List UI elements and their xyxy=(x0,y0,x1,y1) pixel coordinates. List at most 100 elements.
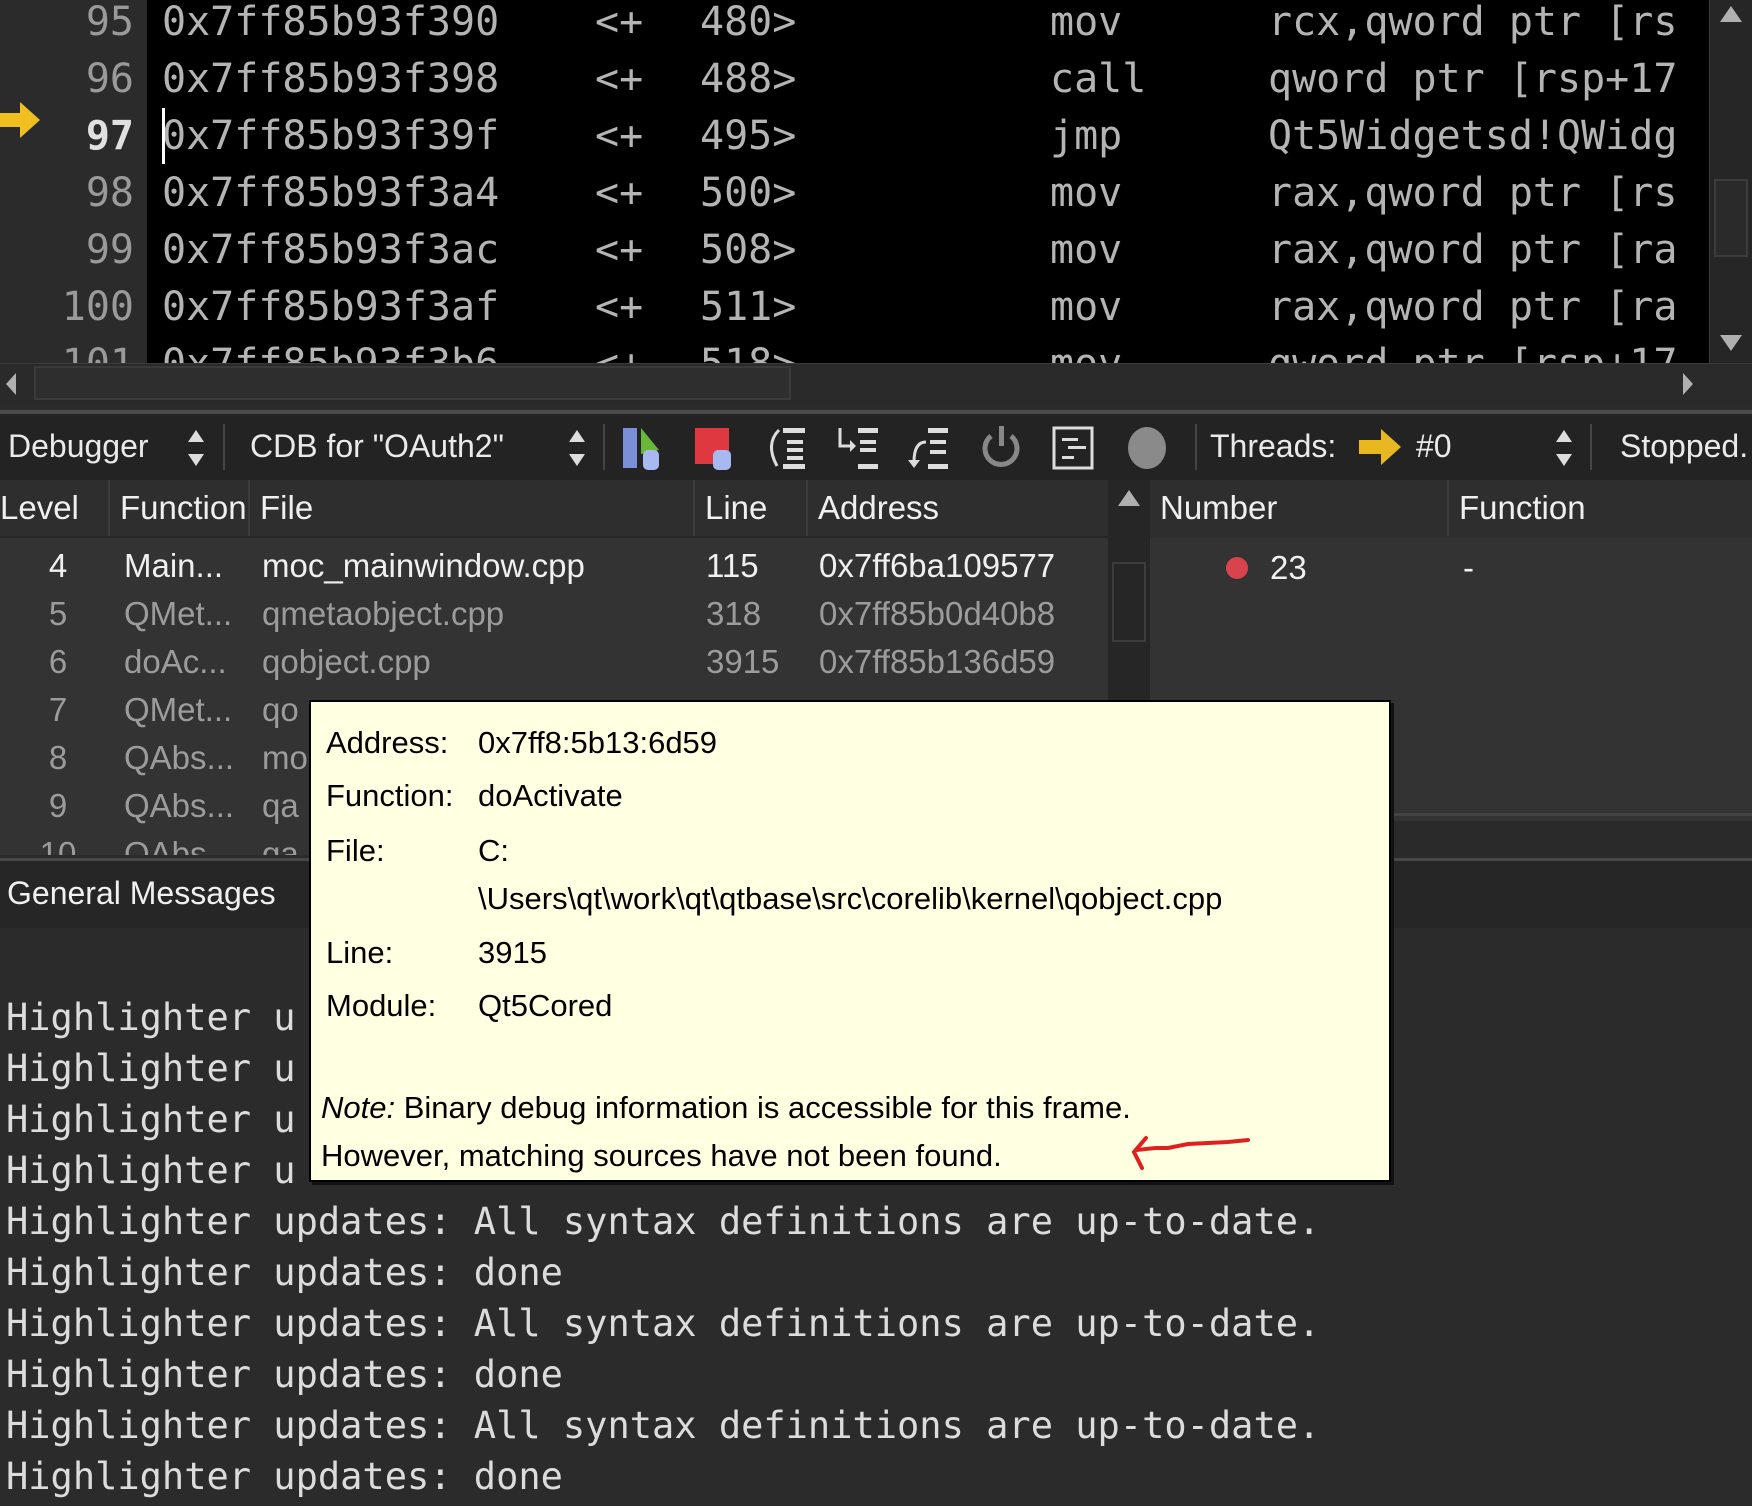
threads-label: Threads: xyxy=(1210,428,1337,464)
message-line: Highlighter updates: done xyxy=(6,1353,563,1396)
scroll-left-icon[interactable] xyxy=(6,373,16,395)
current-thread-arrow-icon xyxy=(1359,429,1401,465)
column-function[interactable]: Function xyxy=(1447,480,1752,536)
frame-level: 7 xyxy=(48,691,68,728)
column-address[interactable]: Address xyxy=(806,480,1108,536)
column-line[interactable]: Line xyxy=(693,480,806,536)
debugger-status: Stopped. xyxy=(1620,428,1749,464)
stack-frame-row[interactable]: 4 Main... moc_mainwindow.cpp 115 0x7ff6ba109… xyxy=(0,542,1108,590)
engine-spinner-icon[interactable] xyxy=(567,430,587,466)
message-line: Highlighter u xyxy=(6,996,296,1039)
frame-level: 5 xyxy=(48,595,68,632)
thread-selector[interactable]: #0 xyxy=(1416,414,1452,480)
frame-address: 0x7ff85b136d59 xyxy=(819,643,1056,680)
disassembly-vertical-scrollbar[interactable] xyxy=(1709,0,1752,363)
frame-address: 0x7ff6ba109577 xyxy=(819,547,1056,584)
instruction-address: 0x7ff85b93f398 xyxy=(162,56,500,102)
operands: rax,qword ptr [ra xyxy=(1268,227,1678,273)
tooltip-note-line2: However, matching sources have not been … xyxy=(321,1138,1002,1173)
disassembly-row[interactable]: 98 0x7ff85b93f3a4 <+ 500> mov rax,qword ptr [… xyxy=(0,165,1709,222)
stack-frame-row[interactable]: 5 QMet... qmetaobject.cpp 318 0x7ff85b0d40b8 xyxy=(0,590,1108,638)
disassembly-row[interactable]: 100 0x7ff85b93f3af <+ 511> mov rax,qword ptr … xyxy=(0,279,1709,336)
tab-general-messages[interactable]: General Messages xyxy=(7,861,276,925)
red-arrow-annotation-icon xyxy=(1131,1136,1250,1170)
scroll-up-icon[interactable] xyxy=(1118,490,1140,506)
step-into-icon[interactable] xyxy=(834,424,882,472)
message-line: Highlighter u xyxy=(6,1149,296,1192)
step-out-icon[interactable] xyxy=(906,424,954,472)
disassembly-view[interactable]: 95 0x7ff85b93f390 <+ 480> mov rcx,qword ptr [… xyxy=(0,0,1752,363)
tooltip-address-label: Address: xyxy=(326,725,449,760)
perspective-spinner-icon[interactable] xyxy=(186,430,206,466)
operate-by-instruction-icon[interactable] xyxy=(1050,424,1098,472)
column-level[interactable]: Level xyxy=(0,480,108,536)
disassembly-row[interactable]: 96 0x7ff85b93f398 <+ 488> call qword ptr [rsp… xyxy=(0,51,1709,108)
record-icon[interactable] xyxy=(1123,424,1171,472)
tooltip-file-path: \Users\qt\work\qt\qtbase\src\corelib\ker… xyxy=(478,881,1223,916)
offset-prefix: <+ xyxy=(595,56,644,102)
offset-prefix: <+ xyxy=(595,336,643,363)
scrollbar-thumb[interactable] xyxy=(34,366,791,400)
message-line: Highlighter updates: All syntax definiti… xyxy=(6,1200,1321,1243)
operands: rax,qword ptr [ra xyxy=(1268,284,1678,330)
frame-line: 3915 xyxy=(706,643,780,680)
instruction-offset: 488> xyxy=(700,56,797,102)
stack-frame-tooltip: Address: 0x7ff8:5b13:6d59 Function: doAc… xyxy=(309,700,1391,1182)
instruction-address: 0x7ff85b93f39f xyxy=(162,113,500,159)
separator xyxy=(1195,424,1197,470)
scrollbar-thumb[interactable] xyxy=(1112,562,1146,642)
operands: rax,qword ptr [rs xyxy=(1268,170,1678,216)
frame-function: Main... xyxy=(124,547,224,584)
disassembly-row[interactable]: 101 0x7ff85b93f3b6 <+ 518> mov qword ptr [rsp… xyxy=(0,336,1709,363)
restart-icon[interactable] xyxy=(977,424,1025,472)
instruction-address: 0x7ff85b93f3ac xyxy=(162,227,500,273)
breakpoint-row[interactable]: 23 - xyxy=(1150,544,1752,592)
column-file[interactable]: File xyxy=(248,480,693,536)
tooltip-file-label: File: xyxy=(326,833,385,868)
tooltip-file: C: xyxy=(478,833,509,868)
operands: Qt5Widgetsd!QWidg xyxy=(1268,113,1678,159)
offset-prefix: <+ xyxy=(595,170,644,216)
column-function[interactable]: Function xyxy=(108,480,248,536)
operands: qword ptr [rsp+17 xyxy=(1268,336,1677,363)
instruction-address: 0x7ff85b93f390 xyxy=(162,0,500,45)
mnemonic: call xyxy=(1050,56,1147,102)
tooltip-address: 0x7ff8:5b13:6d59 xyxy=(478,725,718,760)
column-number[interactable]: Number xyxy=(1150,480,1447,536)
disassembly-row[interactable]: 99 0x7ff85b93f3ac <+ 508> mov rax,qword ptr [… xyxy=(0,222,1709,279)
frame-level: 8 xyxy=(48,739,68,776)
separator xyxy=(223,424,225,470)
instruction-offset: 480> xyxy=(700,0,797,45)
thread-spinner-icon[interactable] xyxy=(1554,430,1574,466)
scroll-up-icon[interactable] xyxy=(1720,6,1742,22)
mnemonic: jmp xyxy=(1050,113,1123,159)
line-number: 95 xyxy=(85,0,134,45)
scroll-right-icon[interactable] xyxy=(1683,373,1693,395)
disassembly-row[interactable]: 97 0x7ff85b93f39f <+ 495> jmp Qt5Widgetsd!QWi… xyxy=(0,108,1709,165)
stop-debugger-icon[interactable] xyxy=(693,424,741,472)
stack-frame-row[interactable]: 6 doAc... qobject.cpp 3915 0x7ff85b136d59 xyxy=(0,638,1108,686)
perspective-selector[interactable]: Debugger xyxy=(8,414,149,480)
instruction-offset: 500> xyxy=(700,170,797,216)
offset-prefix: <+ xyxy=(595,0,644,45)
tooltip-module-label: Module: xyxy=(326,988,437,1023)
continue-icon[interactable] xyxy=(621,424,669,472)
mnemonic: mov xyxy=(1050,284,1123,330)
tooltip-line: 3915 xyxy=(478,935,547,970)
instruction-offset: 511> xyxy=(700,284,797,330)
instruction-offset: 495> xyxy=(700,113,797,159)
line-number: 99 xyxy=(85,227,134,273)
disassembly-row[interactable]: 95 0x7ff85b93f390 <+ 480> mov rcx,qword ptr [… xyxy=(0,0,1709,51)
disassembly-horizontal-scrollbar[interactable] xyxy=(0,363,1752,403)
frame-file: qo xyxy=(262,691,299,728)
scroll-down-icon[interactable] xyxy=(1720,335,1742,351)
engine-selector[interactable]: CDB for "OAuth2" xyxy=(250,414,504,480)
frame-file: qobject.cpp xyxy=(262,643,431,680)
frame-file: qa xyxy=(262,835,299,855)
step-over-icon[interactable] xyxy=(763,424,811,472)
scrollbar-thumb[interactable] xyxy=(1714,179,1748,257)
stack-header: Level Function File Line Address xyxy=(0,480,1108,538)
frame-level: 6 xyxy=(48,643,68,680)
instruction-address: 0x7ff85b93f3b6 xyxy=(162,336,499,363)
instruction-address: 0x7ff85b93f3af xyxy=(162,284,500,330)
